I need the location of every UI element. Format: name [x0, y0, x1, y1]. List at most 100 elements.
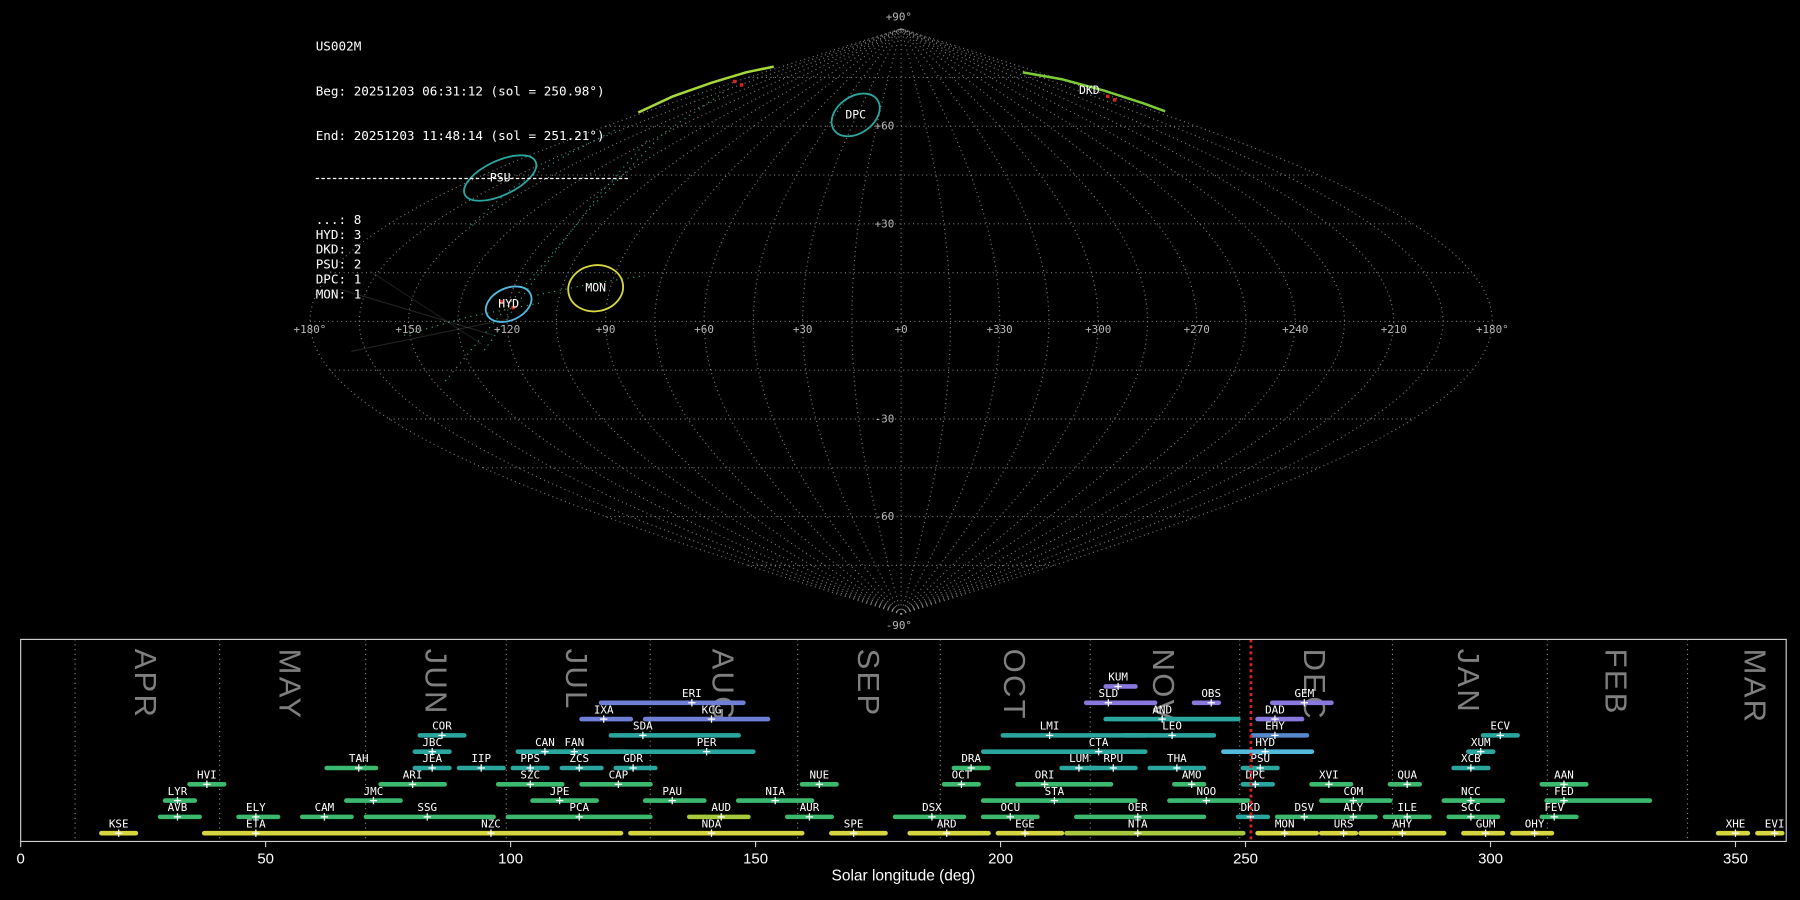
longitude-label: +270	[1184, 323, 1210, 336]
latitude-label: -30	[875, 412, 895, 425]
shower-code-label: CAN	[535, 736, 555, 749]
month-label: DEC	[1297, 649, 1332, 721]
shower-code-label: JEA	[422, 752, 442, 765]
shower-code-label: GUM	[1476, 817, 1496, 830]
shower-code-label: FEV	[1544, 801, 1564, 814]
shower-code-label: XCB	[1461, 752, 1481, 765]
shower-code-label: KCG	[702, 703, 722, 716]
latitude-label: -60	[875, 510, 895, 523]
month-label: MAY	[273, 649, 308, 721]
shower-code-label: OER	[1128, 801, 1148, 814]
shower-code-label: QUA	[1397, 769, 1417, 782]
meteor-trail	[638, 67, 773, 113]
shower-code-label: LYR	[168, 785, 188, 798]
shower-code-label: AHY	[1393, 817, 1413, 830]
axis-tick-label: 50	[257, 850, 274, 867]
shower-code-label: FED	[1554, 785, 1574, 798]
shower-activity-bar	[202, 831, 369, 836]
shower-code-label: OHY	[1525, 817, 1545, 830]
shower-activity-bar	[1319, 831, 1358, 836]
axis-tick-label: 200	[988, 850, 1013, 867]
shower-code-label: AND	[1152, 703, 1172, 716]
longitude-label: +210	[1381, 323, 1407, 336]
station-id: US002M	[316, 39, 628, 54]
shower-code-label: PCA	[569, 801, 589, 814]
month-label: FEB	[1598, 649, 1633, 716]
month-label: OCT	[997, 649, 1032, 721]
shower-code-label: EGE	[1015, 817, 1035, 830]
shower-code-label: GEM	[1294, 687, 1314, 700]
shower-activity-bar	[829, 831, 888, 836]
shower-code-label: DRA	[961, 752, 981, 765]
longitude-label: +300	[1085, 323, 1111, 336]
shower-code-label: MON	[1275, 817, 1295, 830]
shower-activity-bar	[628, 831, 804, 836]
shower-code-label: ETA	[246, 817, 266, 830]
longitude-label: +180°	[1476, 323, 1509, 336]
shower-code-label: XUM	[1471, 736, 1491, 749]
shower-code-label: NIA	[765, 785, 785, 798]
shower-code-label: SSG	[417, 801, 437, 814]
shower-count-row: DPC: 1	[316, 272, 628, 287]
shower-code-label: STA	[1045, 785, 1065, 798]
latitude-label: +90°	[886, 11, 912, 24]
shower-code-label: XVI	[1319, 769, 1339, 782]
axis-tick-label: 250	[1233, 850, 1258, 867]
radiant-label: DPC	[845, 107, 866, 121]
shower-activity-bar	[1755, 831, 1784, 836]
shower-code-label: CTA	[1089, 736, 1109, 749]
shower-code-label: ELY	[246, 801, 266, 814]
sky-and-timeline-plot: DPCPSUMONHYDDKD+180°+150+120+90+60+30+0+…	[0, 0, 1800, 900]
shower-code-label: LEO	[1162, 720, 1182, 733]
meteor-point-marker	[1113, 98, 1116, 101]
shower-code-label: EHY	[1265, 720, 1285, 733]
shower-code-label: PSU	[1250, 752, 1270, 765]
shower-code-label: OCU	[1000, 801, 1020, 814]
observation-header: US002M Beg: 20251203 06:31:12 (sol = 250…	[316, 9, 628, 332]
shower-activity-bar	[1540, 815, 1579, 820]
axis-tick-label: 300	[1478, 850, 1503, 867]
shower-code-label: ORI	[1035, 769, 1055, 782]
shower-code-label: SDA	[633, 720, 653, 733]
shower-activity-bar	[643, 717, 770, 722]
shower-code-label: JBC	[422, 736, 442, 749]
shower-activity-bar	[599, 700, 746, 705]
shower-code-label: NCC	[1461, 785, 1481, 798]
shower-activity-bar	[996, 831, 1065, 836]
month-label: JUN	[419, 649, 454, 716]
shower-code-label: NOO	[1197, 785, 1217, 798]
shower-code-label: SZC	[520, 769, 540, 782]
longitude-label: +60	[694, 323, 714, 336]
month-label: MAR	[1738, 649, 1773, 725]
shower-code-label: ARI	[403, 769, 423, 782]
shower-activity-bar	[1015, 782, 1113, 787]
shower-code-label: RPU	[1103, 752, 1123, 765]
shower-code-label: PAU	[662, 785, 682, 798]
longitude-label: +240	[1282, 323, 1308, 336]
meteor-point-marker	[1106, 95, 1109, 98]
shower-count-row: PSU: 2	[316, 257, 628, 272]
shower-code-label: KSE	[109, 817, 129, 830]
shower-counts: ...: 8HYD: 3DKD: 2PSU: 2DPC: 1MON: 1	[316, 212, 628, 302]
shower-code-label: NDA	[702, 817, 722, 830]
shower-activity-bar	[1084, 700, 1157, 705]
month-label: JAN	[1451, 649, 1486, 714]
shower-code-label: AUD	[711, 801, 731, 814]
shower-code-label: SCC	[1461, 801, 1481, 814]
shower-code-label: HYD	[1255, 736, 1275, 749]
shower-code-label: SLD	[1099, 687, 1119, 700]
shower-code-label: SPE	[844, 817, 864, 830]
shower-count-row: MON: 1	[316, 287, 628, 302]
shower-code-label: GDR	[623, 752, 643, 765]
shower-count-row: HYD: 3	[316, 227, 628, 242]
begin-time: Beg: 20251203 06:31:12 (sol = 250.98°)	[316, 84, 628, 99]
axis-tick-label: 350	[1723, 850, 1748, 867]
meteor-point-marker	[740, 83, 743, 86]
axis-tick-label: 150	[743, 850, 768, 867]
shower-code-label: AVB	[168, 801, 188, 814]
shower-count-row: ...: 8	[316, 212, 628, 227]
shower-code-label: OBS	[1201, 687, 1221, 700]
shower-code-label: DSV	[1294, 801, 1314, 814]
x-axis-title: Solar longitude (deg)	[832, 867, 976, 884]
latitude-label: +30	[875, 217, 895, 230]
